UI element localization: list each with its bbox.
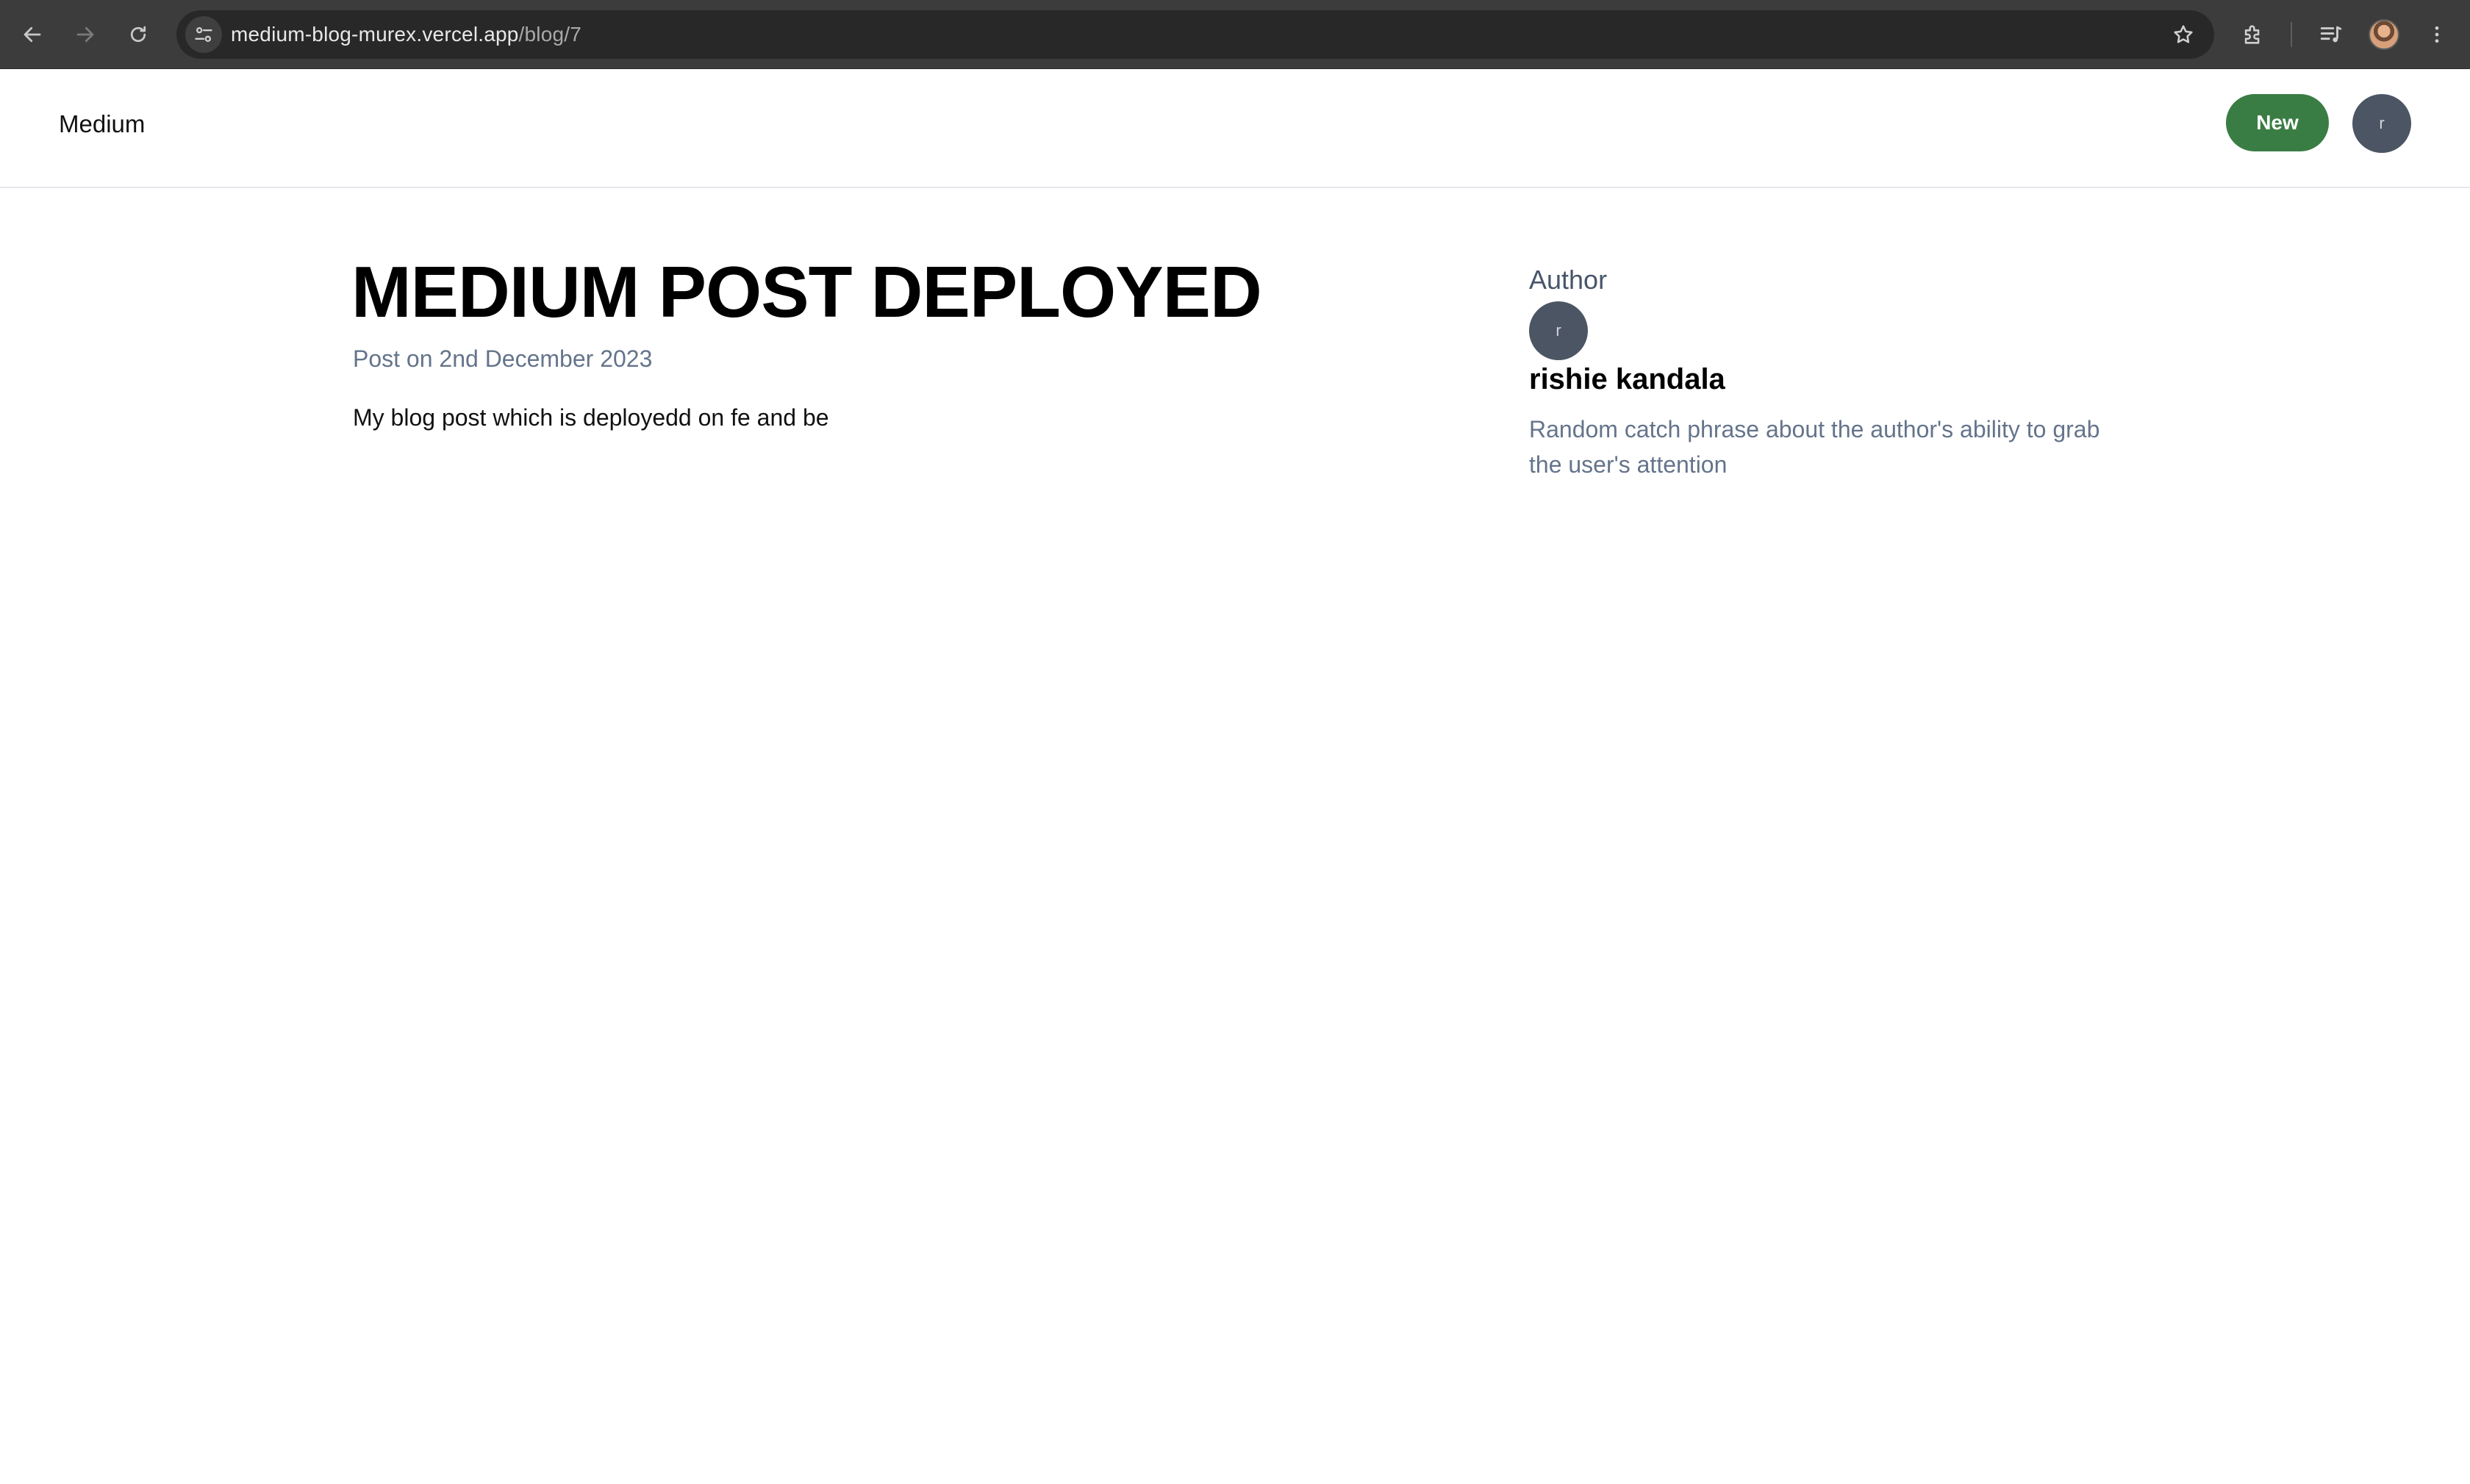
forward-arrow-icon bbox=[76, 26, 94, 43]
reload-icon bbox=[130, 26, 146, 43]
media-controls-button[interactable] bbox=[2313, 16, 2349, 53]
tune-icon bbox=[195, 26, 212, 43]
site-info-button[interactable] bbox=[185, 16, 222, 53]
reload-button[interactable] bbox=[118, 14, 159, 55]
browser-menu-button[interactable] bbox=[2419, 16, 2455, 53]
bookmark-button[interactable] bbox=[2167, 18, 2199, 51]
browser-toolbar: medium-blog-murex.vercel.app/blog/7 bbox=[0, 0, 2470, 69]
post-title: MEDIUM POST DEPLOYED bbox=[351, 251, 1262, 332]
post-content: My blog post which is deployedd on fe an… bbox=[353, 404, 829, 431]
forward-button[interactable] bbox=[65, 14, 106, 55]
author-heading: Author bbox=[1529, 265, 1608, 295]
queue-music-icon bbox=[2320, 26, 2342, 43]
puzzle-icon bbox=[2244, 25, 2260, 44]
author-bio: Random catch phrase about the author's a… bbox=[1529, 416, 2100, 478]
star-icon bbox=[2174, 25, 2193, 43]
author-avatar: r bbox=[1529, 301, 1588, 360]
profile-avatar-icon[interactable] bbox=[2369, 19, 2399, 50]
more-vertical-icon bbox=[2435, 26, 2439, 43]
toolbar-divider bbox=[2291, 22, 2292, 47]
extensions-button[interactable] bbox=[2235, 16, 2272, 53]
back-arrow-icon bbox=[24, 26, 41, 43]
new-post-button[interactable]: New bbox=[2226, 94, 2329, 151]
url-path: /blog/7 bbox=[518, 23, 581, 46]
post-date: Post on 2nd December 2023 bbox=[353, 345, 653, 372]
url-host: medium-blog-murex.vercel.app bbox=[231, 23, 519, 46]
app-header: Medium New r bbox=[0, 69, 2470, 188]
address-bar[interactable]: medium-blog-murex.vercel.app/blog/7 bbox=[176, 10, 2214, 59]
back-button[interactable] bbox=[12, 14, 53, 55]
url-text[interactable]: medium-blog-murex.vercel.app/blog/7 bbox=[231, 10, 581, 59]
user-avatar[interactable]: r bbox=[2352, 94, 2411, 153]
brand-logo-link[interactable]: Medium bbox=[59, 110, 145, 138]
author-name: rishie kandala bbox=[1529, 363, 1725, 395]
